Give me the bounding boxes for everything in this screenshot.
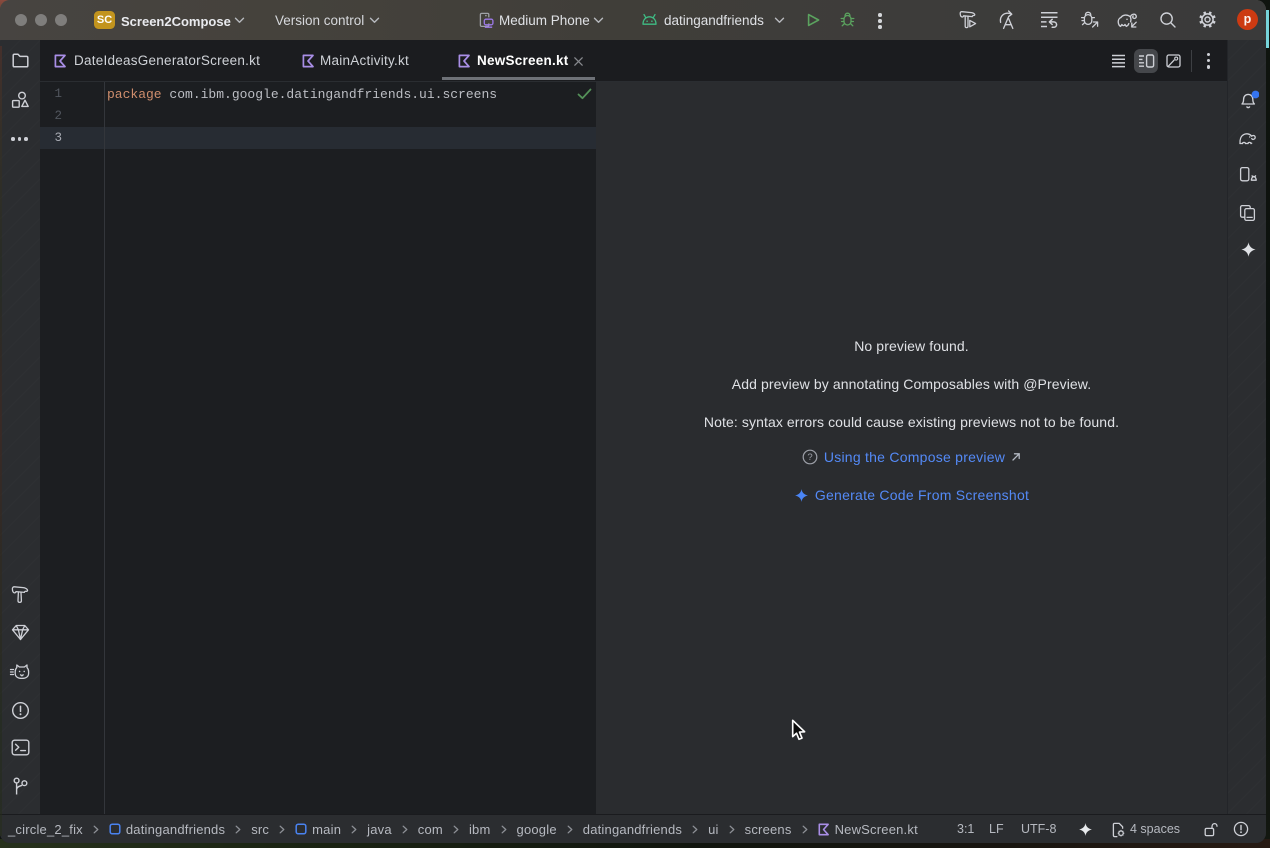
svg-text:?: ? xyxy=(807,452,812,463)
